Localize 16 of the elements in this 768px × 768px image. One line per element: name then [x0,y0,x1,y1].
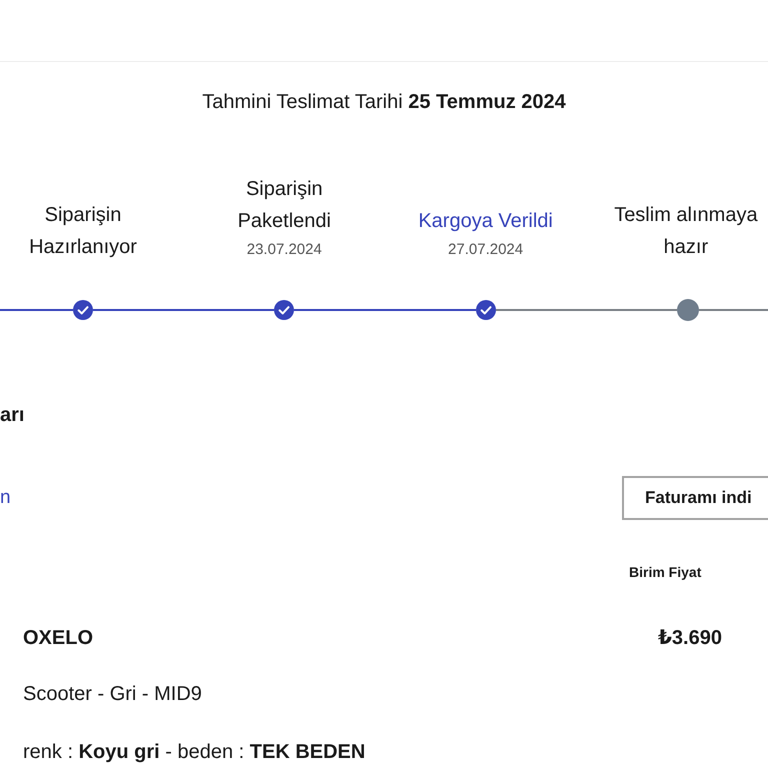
step-label: Kargoya Verildi [418,209,553,234]
unit-price: ₺3.690 [658,626,722,650]
text-link[interactable]: n [0,486,11,510]
product-attributes: renk : Koyu gri - beden : TEK BEDEN [23,740,366,764]
delivery-date-text: Tahmini Teslimat Tarihi 25 Temmuz 2024 [202,90,566,114]
step-date: 23.07.2024 [246,240,322,260]
step-date: 27.07.2024 [448,240,524,260]
step-label: Siparişin Paketlendi [236,177,332,234]
product-name: Scooter - Gri - MID9 [23,682,202,706]
product-brand: OXELO [23,626,94,650]
column-header: Birim Fiyat [629,563,702,581]
step-label: Teslim alınmaya hazır [613,203,759,260]
section-heading: arı [0,403,24,427]
download-invoice-button[interactable]: Faturamı indi [622,476,768,520]
step-label: Siparişin Hazırlanıyor [28,203,138,260]
progress-line-segment [698,309,768,311]
